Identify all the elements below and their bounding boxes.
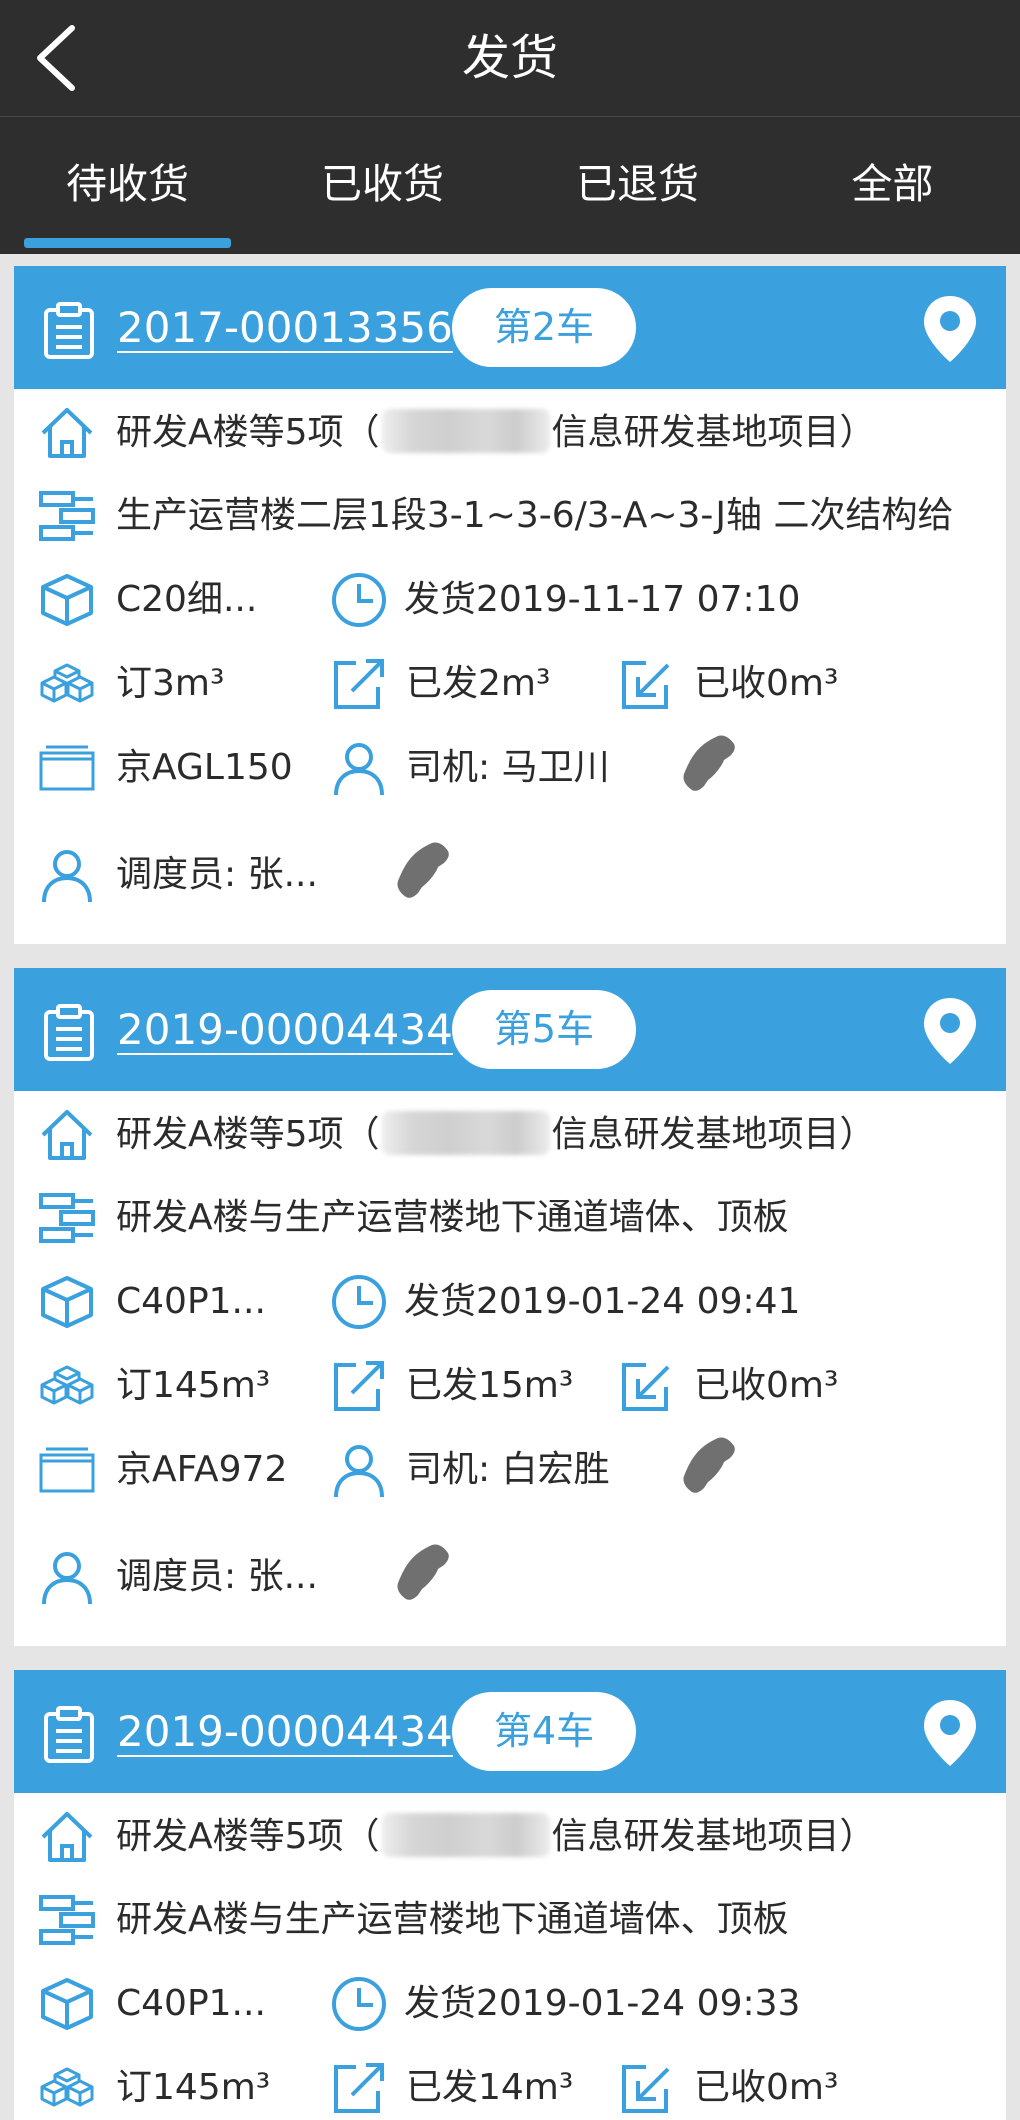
order-number-link[interactable]: 2019-00004434 — [117, 1670, 453, 1793]
order-number-link[interactable]: 2017-00013356 — [117, 266, 453, 389]
ship-time: 发货2019-01-24 09:33 — [404, 1983, 801, 2024]
card-header: 2017-00013356 第2车 — [14, 266, 1006, 389]
clock-icon — [332, 573, 386, 627]
material-grade: C40P1... — [116, 1281, 266, 1322]
cube-icon — [41, 1978, 93, 2030]
clipboard-icon — [44, 302, 94, 359]
phone-icon[interactable] — [674, 1434, 742, 1502]
order-number-link[interactable]: 2019-00004434 — [117, 968, 453, 1091]
delivery-card[interactable]: 2017-00013356 第2车 研发A楼等5项（ 信息研发基地项目） 生产运营… — [14, 266, 1006, 944]
clock-icon — [332, 1275, 386, 1329]
boxes-icon — [40, 2067, 94, 2107]
driver-name: 司机: 马卫川 — [406, 747, 610, 788]
truck-badge: 第5车 — [452, 990, 636, 1069]
person-icon — [334, 1445, 384, 1498]
check-in-icon — [622, 1363, 670, 1411]
construction-part: 生产运营楼二层1段3-1~3-6/3-A~3-J轴 二次结构给 — [116, 495, 954, 536]
delivery-card[interactable]: 2019-00004434 第4车 研发A楼等5项（ 信息研发基地项目） 研发A楼… — [14, 1670, 1006, 2120]
person-icon — [334, 743, 384, 796]
share-out-icon — [334, 659, 384, 709]
check-in-icon — [622, 661, 670, 709]
map-pin-icon[interactable] — [922, 294, 978, 364]
tab-all[interactable]: 全部 — [765, 117, 1020, 255]
boxes-icon — [40, 663, 94, 703]
construction-part: 研发A楼与生产运营楼地下通道墙体、顶板 — [116, 1197, 789, 1238]
card-header: 2019-00004434 第5车 — [14, 968, 1006, 1091]
ordered-volume: 订145m³ — [116, 2067, 271, 2108]
cube-icon — [41, 574, 93, 626]
share-out-icon — [334, 2063, 384, 2113]
top-bar: 发货 — [0, 0, 1020, 116]
tab-bar: 待收货 已收货 已退货 全部 — [0, 116, 1020, 254]
phone-icon[interactable] — [388, 1541, 456, 1609]
material-grade: C20细... — [116, 579, 258, 620]
sent-volume: 已发14m³ — [406, 2067, 574, 2108]
dispatcher-name: 调度员: 张... — [116, 854, 318, 895]
share-out-icon — [334, 1361, 384, 1411]
check-in-icon — [622, 2065, 670, 2113]
bricks-icon — [39, 491, 95, 541]
ordered-volume: 订145m³ — [116, 1365, 271, 1406]
received-volume: 已收0m³ — [694, 2067, 839, 2108]
tab-returned[interactable]: 已退货 — [510, 117, 765, 255]
plate-number: 京AFA972 — [116, 1449, 288, 1490]
clipboard-icon — [44, 1706, 94, 1763]
house-icon — [41, 1110, 93, 1160]
tab-received[interactable]: 已收货 — [255, 117, 510, 255]
map-pin-icon[interactable] — [922, 1698, 978, 1768]
cube-icon — [41, 1276, 93, 1328]
project-name: 研发A楼等5项（ 信息研发基地项目） — [116, 391, 876, 475]
ship-time: 发货2019-11-17 07:10 — [404, 579, 801, 620]
house-icon — [41, 1812, 93, 1862]
clipboard-icon — [44, 1004, 94, 1061]
map-pin-icon[interactable] — [922, 996, 978, 1066]
ordered-volume: 订3m³ — [116, 663, 225, 704]
driver-name: 司机: 白宏胜 — [406, 1449, 610, 1490]
boxes-icon — [40, 1365, 94, 1405]
project-name: 研发A楼等5项（ 信息研发基地项目） — [116, 1795, 876, 1879]
bricks-icon — [39, 1193, 95, 1243]
dispatcher-name: 调度员: 张... — [116, 1556, 318, 1597]
received-volume: 已收0m³ — [694, 663, 839, 704]
truck-plate-icon — [39, 1447, 95, 1493]
phone-icon[interactable] — [674, 732, 742, 800]
project-name: 研发A楼等5项（ 信息研发基地项目） — [116, 1093, 876, 1177]
construction-part: 研发A楼与生产运营楼地下通道墙体、顶板 — [116, 1899, 789, 1940]
person-icon — [42, 850, 92, 903]
redacted-text — [381, 1813, 550, 1857]
delivery-card[interactable]: 2019-00004434 第5车 研发A楼等5项（ 信息研发基地项目） 研发A楼… — [14, 968, 1006, 1646]
sent-volume: 已发15m³ — [406, 1365, 574, 1406]
clock-icon — [332, 1977, 386, 2031]
truck-badge: 第4车 — [452, 1692, 636, 1771]
active-tab-indicator — [24, 238, 231, 248]
plate-number: 京AGL150 — [116, 747, 293, 788]
truck-badge: 第2车 — [452, 288, 636, 367]
sent-volume: 已发2m³ — [406, 663, 551, 704]
received-volume: 已收0m³ — [694, 1365, 839, 1406]
redacted-text — [381, 1111, 550, 1155]
redacted-text — [381, 409, 550, 453]
page-title: 发货 — [461, 30, 558, 86]
house-icon — [41, 408, 93, 458]
card-header: 2019-00004434 第4车 — [14, 1670, 1006, 1793]
person-icon — [42, 1552, 92, 1605]
tab-pending-receipt[interactable]: 待收货 — [0, 117, 255, 255]
phone-icon[interactable] — [388, 839, 456, 907]
bricks-icon — [39, 1895, 95, 1945]
ship-time: 发货2019-01-24 09:41 — [404, 1281, 801, 1322]
material-grade: C40P1... — [116, 1983, 266, 2024]
truck-plate-icon — [39, 745, 95, 791]
